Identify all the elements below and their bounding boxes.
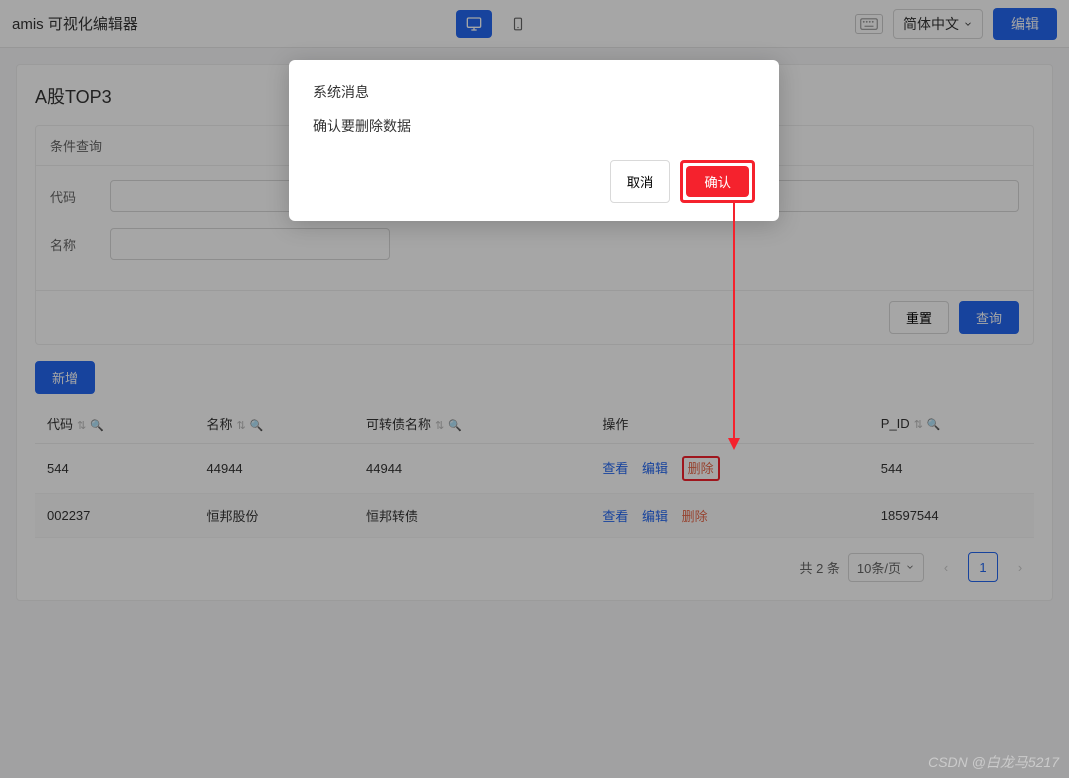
dialog-title: 系统消息: [313, 82, 755, 102]
watermark: CSDN @白龙马5217: [928, 752, 1059, 772]
dialog-actions: 取消 确认: [313, 160, 755, 203]
confirm-dialog: 系统消息 确认要删除数据 取消 确认: [289, 60, 779, 221]
dialog-message: 确认要删除数据: [313, 116, 755, 136]
confirm-highlight: 确认: [680, 160, 755, 203]
confirm-button[interactable]: 确认: [686, 166, 749, 197]
cancel-button[interactable]: 取消: [610, 160, 671, 203]
